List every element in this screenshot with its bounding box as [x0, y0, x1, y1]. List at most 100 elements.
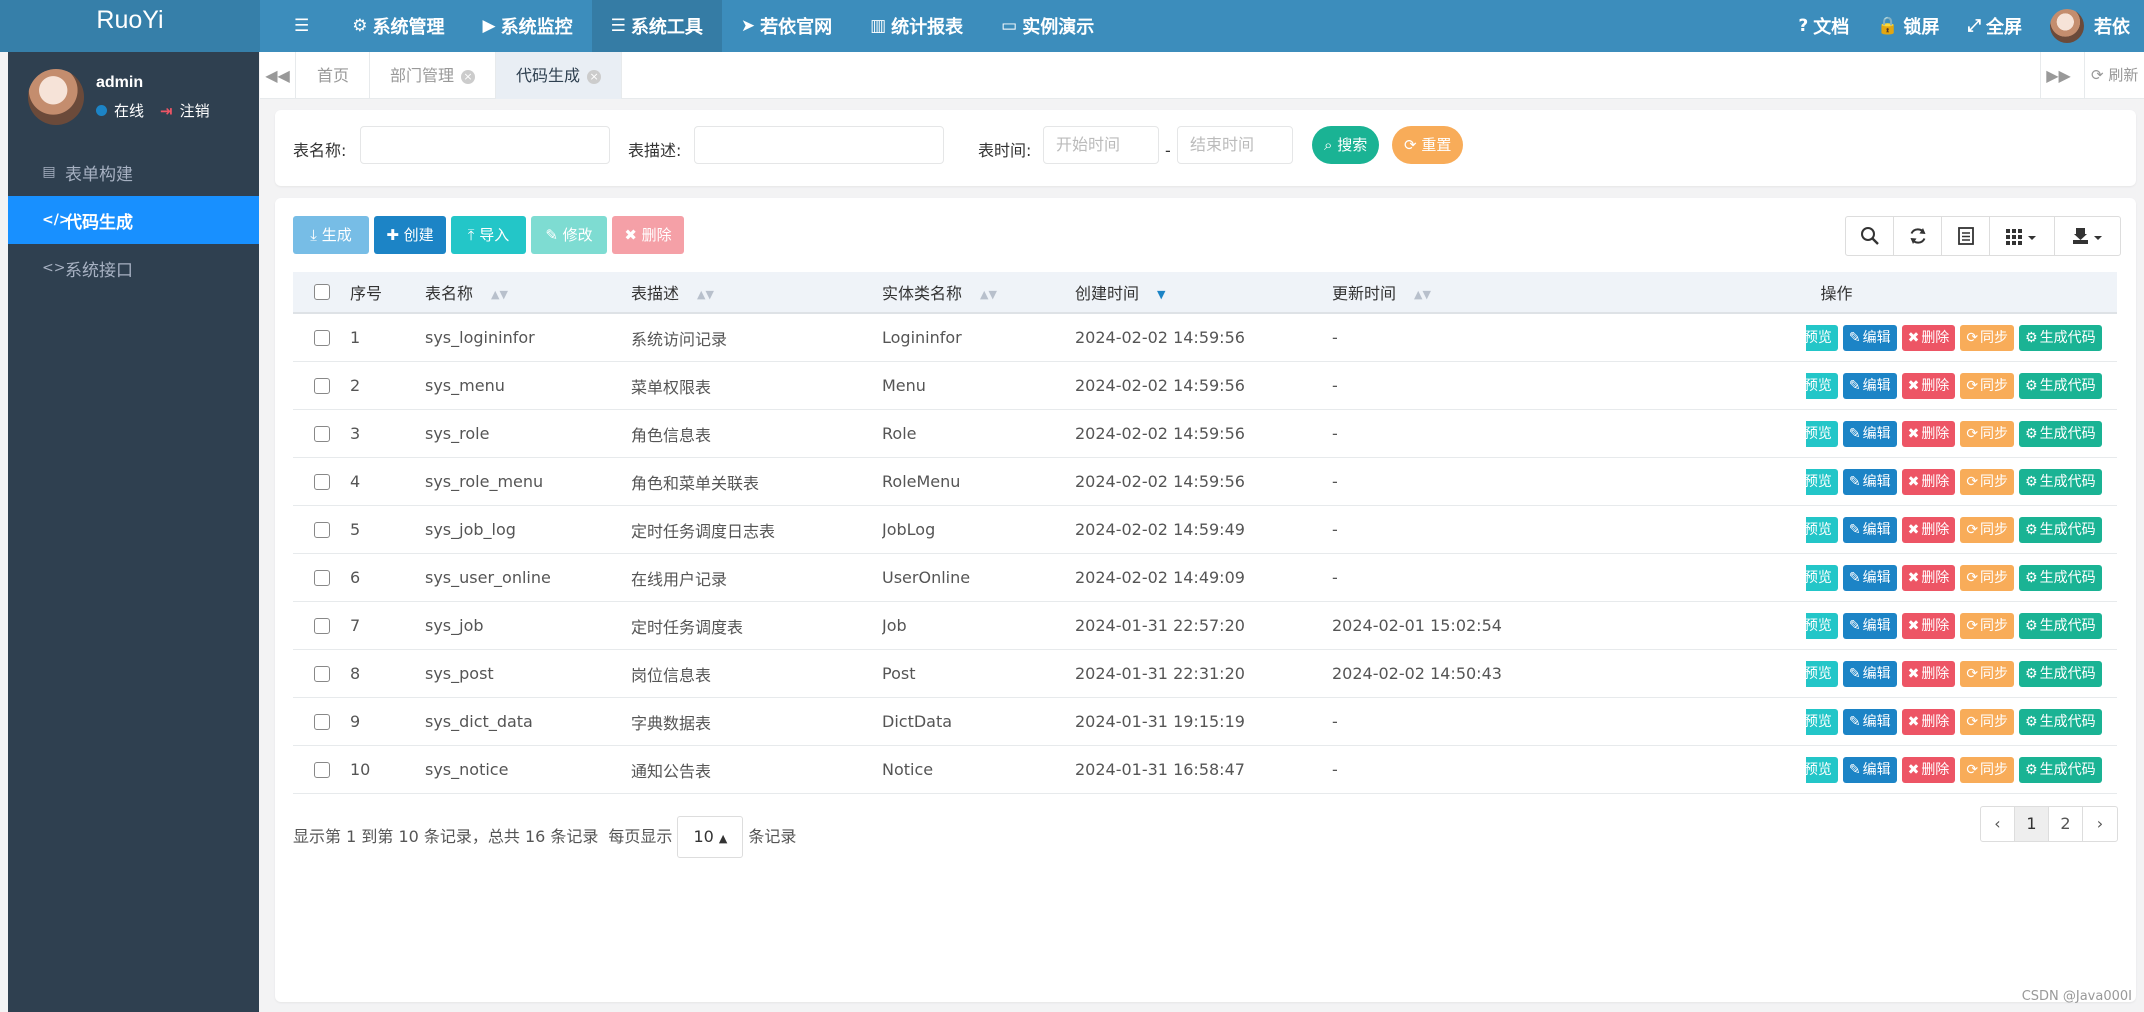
- header-table-name[interactable]: 表名称 ▲▼: [425, 280, 631, 304]
- row-checkbox[interactable]: [293, 569, 350, 586]
- checkbox-box[interactable]: [313, 473, 330, 490]
- delete-row-button[interactable]: ✖ 删除: [1901, 324, 1956, 351]
- preview-button[interactable]: ⌕预览: [1806, 756, 1838, 783]
- gen-code-button[interactable]: ⚙ 生成代码: [2019, 468, 2102, 495]
- edit-row-button[interactable]: ✎ 编辑: [1842, 708, 1897, 735]
- export-dropdown-icon[interactable]: [2055, 217, 2120, 255]
- edit-row-button[interactable]: ✎ 编辑: [1842, 756, 1897, 783]
- gen-code-button[interactable]: ⚙ 生成代码: [2019, 420, 2102, 447]
- row-checkbox[interactable]: [293, 665, 350, 682]
- delete-row-button[interactable]: ✖ 删除: [1901, 516, 1956, 543]
- sync-button[interactable]: ⟳ 同步: [1960, 324, 2015, 351]
- end-time-input[interactable]: 结束时间: [1177, 126, 1293, 164]
- edit-row-button[interactable]: ✎ 编辑: [1842, 564, 1897, 591]
- checkbox-box[interactable]: [313, 521, 330, 538]
- search-button[interactable]: ⌕ 搜索: [1312, 126, 1380, 164]
- reset-button[interactable]: ⟳ 重置: [1392, 126, 1464, 164]
- next-page-button[interactable]: ›: [2083, 807, 2117, 841]
- page-2-button[interactable]: 2: [2049, 807, 2083, 841]
- logout-link[interactable]: 注销: [180, 100, 210, 121]
- edit-row-button[interactable]: ✎ 编辑: [1842, 468, 1897, 495]
- delete-row-button[interactable]: ✖ 删除: [1901, 372, 1956, 399]
- edit-row-button[interactable]: ✎ 编辑: [1842, 516, 1897, 543]
- gen-code-button[interactable]: ⚙ 生成代码: [2019, 612, 2102, 639]
- close-tab-icon[interactable]: ×: [461, 70, 476, 84]
- header-table-desc[interactable]: 表描述 ▲▼: [631, 280, 882, 304]
- nav-docs[interactable]: ? 文档: [1784, 0, 1863, 52]
- row-checkbox[interactable]: [293, 377, 350, 394]
- toggle-view-icon[interactable]: [1942, 217, 1990, 255]
- edit-row-button[interactable]: ✎ 编辑: [1842, 372, 1897, 399]
- tabs-scroll-left-icon[interactable]: ◀◀: [260, 52, 296, 99]
- delete-row-button[interactable]: ✖ 删除: [1901, 708, 1956, 735]
- checkbox-box[interactable]: [313, 617, 330, 634]
- delete-row-button[interactable]: ✖ 删除: [1901, 756, 1956, 783]
- preview-button[interactable]: ⌕预览: [1806, 708, 1838, 735]
- delete-row-button[interactable]: ✖ 删除: [1901, 468, 1956, 495]
- import-button[interactable]: ⤒ 导入: [451, 216, 526, 254]
- sync-button[interactable]: ⟳ 同步: [1960, 468, 2015, 495]
- columns-dropdown-icon[interactable]: [1990, 217, 2055, 255]
- select-all-checkbox[interactable]: [293, 284, 350, 300]
- generate-button[interactable]: ⤓ 生成: [293, 216, 369, 254]
- preview-button[interactable]: ⌕预览: [1806, 324, 1838, 351]
- edit-row-button[interactable]: ✎ 编辑: [1842, 324, 1897, 351]
- nav-stats-report[interactable]: ▥ 统计报表: [851, 0, 982, 52]
- checkbox-box[interactable]: [313, 761, 330, 778]
- sync-button[interactable]: ⟳ 同步: [1960, 660, 2015, 687]
- header-created[interactable]: 创建时间 ▼: [1075, 280, 1332, 304]
- nav-lock[interactable]: 🔒 锁屏: [1863, 0, 1953, 52]
- nav-fullscreen[interactable]: ⤢ 全屏: [1953, 0, 2036, 52]
- nav-ruoyi-site[interactable]: ➤ 若依官网: [722, 0, 851, 52]
- tabs-refresh-button[interactable]: ⟳ 刷新: [2084, 52, 2138, 99]
- preview-button[interactable]: ⌕预览: [1806, 516, 1838, 543]
- page-1-button[interactable]: 1: [2015, 807, 2049, 841]
- sync-button[interactable]: ⟳ 同步: [1960, 612, 2015, 639]
- gen-code-button[interactable]: ⚙ 生成代码: [2019, 372, 2102, 399]
- row-checkbox[interactable]: [293, 425, 350, 442]
- nav-system-tools[interactable]: ☰ 系统工具: [591, 0, 722, 52]
- header-updated[interactable]: 更新时间 ▲▼: [1332, 280, 1806, 304]
- row-checkbox[interactable]: [293, 617, 350, 634]
- sync-button[interactable]: ⟳ 同步: [1960, 420, 2015, 447]
- gen-code-button[interactable]: ⚙ 生成代码: [2019, 324, 2102, 351]
- sync-button[interactable]: ⟳ 同步: [1960, 756, 2015, 783]
- checkbox-box[interactable]: [313, 665, 330, 682]
- sidebar-item-api[interactable]: <> 系统接口: [8, 244, 259, 292]
- delete-row-button[interactable]: ✖ 删除: [1901, 660, 1956, 687]
- row-checkbox[interactable]: [293, 521, 350, 538]
- edit-row-button[interactable]: ✎ 编辑: [1842, 420, 1897, 447]
- checkbox-box[interactable]: [313, 377, 330, 394]
- nav-user[interactable]: 若依: [2036, 0, 2144, 52]
- preview-button[interactable]: ⌕预览: [1806, 660, 1838, 687]
- user-avatar[interactable]: [28, 69, 84, 125]
- prev-page-button[interactable]: ‹: [1981, 807, 2015, 841]
- edit-row-button[interactable]: ✎ 编辑: [1842, 612, 1897, 639]
- edit-row-button[interactable]: ✎ 编辑: [1842, 660, 1897, 687]
- start-time-input[interactable]: 开始时间: [1043, 126, 1159, 164]
- sync-button[interactable]: ⟳ 同步: [1960, 372, 2015, 399]
- table-desc-input[interactable]: [694, 126, 944, 164]
- brand-logo[interactable]: RuoYi: [0, 0, 260, 52]
- sync-button[interactable]: ⟳ 同步: [1960, 516, 2015, 543]
- logout-icon[interactable]: ⇥: [160, 102, 173, 120]
- nav-system-monitor[interactable]: ▶ 系统监控: [464, 0, 592, 52]
- gen-code-button[interactable]: ⚙ 生成代码: [2019, 516, 2102, 543]
- checkbox-box[interactable]: [313, 713, 330, 730]
- preview-button[interactable]: ⌕预览: [1806, 564, 1838, 591]
- preview-button[interactable]: ⌕预览: [1806, 468, 1838, 495]
- row-checkbox[interactable]: [293, 761, 350, 778]
- tab-home[interactable]: 首页: [297, 52, 371, 99]
- delete-row-button[interactable]: ✖ 删除: [1901, 564, 1956, 591]
- header-entity[interactable]: 实体类名称 ▲▼: [882, 280, 1075, 304]
- preview-button[interactable]: ⌕预览: [1806, 372, 1838, 399]
- gen-code-button[interactable]: ⚙ 生成代码: [2019, 564, 2102, 591]
- table-name-input[interactable]: [360, 126, 610, 164]
- sidebar-item-form-builder[interactable]: ▤ 表单构建: [8, 148, 259, 196]
- checkbox-box[interactable]: [313, 569, 330, 586]
- row-checkbox[interactable]: [293, 713, 350, 730]
- nav-demo[interactable]: ▭ 实例演示: [982, 0, 1113, 52]
- gen-code-button[interactable]: ⚙ 生成代码: [2019, 756, 2102, 783]
- tab-dept[interactable]: 部门管理 ×: [370, 52, 497, 99]
- gen-code-button[interactable]: ⚙ 生成代码: [2019, 708, 2102, 735]
